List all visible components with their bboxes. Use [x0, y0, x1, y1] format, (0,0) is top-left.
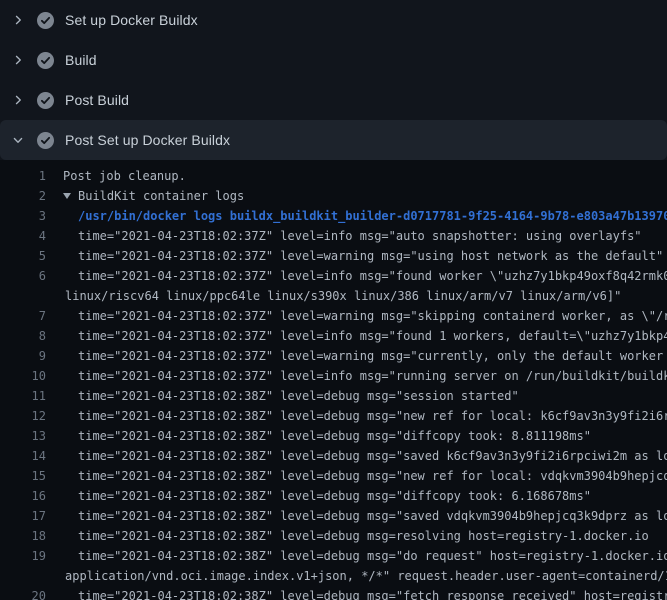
log-line-13: 13time="2021-04-23T18:02:38Z" level=debu… [0, 426, 667, 446]
log-text: Post job cleanup. [46, 166, 667, 186]
line-number[interactable]: 3 [0, 206, 46, 226]
chevron-right-icon-wrap [12, 94, 24, 106]
chevron-right-icon-wrap [12, 54, 24, 66]
log-text: time="2021-04-23T18:02:38Z" level=debug … [46, 526, 667, 546]
step-label: Post Build [65, 92, 129, 108]
line-number[interactable]: 14 [0, 446, 46, 466]
log-text: time="2021-04-23T18:02:37Z" level=warnin… [46, 346, 667, 366]
log-text: time="2021-04-23T18:02:37Z" level=warnin… [46, 306, 667, 326]
step-header-post-set-up-docker-buildx[interactable]: Post Set up Docker Buildx [0, 120, 667, 160]
line-number[interactable]: 5 [0, 246, 46, 266]
line-number [0, 566, 46, 586]
line-number[interactable]: 15 [0, 466, 46, 486]
log-text: time="2021-04-23T18:02:37Z" level=info m… [46, 226, 667, 246]
line-number[interactable]: 13 [0, 426, 46, 446]
log-line-15: 15time="2021-04-23T18:02:38Z" level=debu… [0, 466, 667, 486]
line-number[interactable]: 10 [0, 366, 46, 386]
log-line-17: 17time="2021-04-23T18:02:38Z" level=debu… [0, 506, 667, 526]
step-header-build[interactable]: Build [0, 40, 667, 80]
log-text: time="2021-04-23T18:02:37Z" level=info m… [46, 366, 667, 386]
log-text: BuildKit container logs [46, 186, 667, 206]
log-line-7: 7time="2021-04-23T18:02:37Z" level=warni… [0, 306, 667, 326]
line-number[interactable]: 6 [0, 266, 46, 286]
step-header-post-build[interactable]: Post Build [0, 80, 667, 120]
check-circle-icon [37, 132, 54, 149]
log-command-text: /usr/bin/docker logs buildx_buildkit_bui… [46, 206, 667, 226]
log-line-16: 16time="2021-04-23T18:02:38Z" level=debu… [0, 486, 667, 506]
log-line-10: 10time="2021-04-23T18:02:37Z" level=info… [0, 366, 667, 386]
log-text: time="2021-04-23T18:02:37Z" level=info m… [46, 326, 667, 346]
log-text: time="2021-04-23T18:02:37Z" level=warnin… [46, 246, 667, 266]
log-text: linux/riscv64 linux/ppc64le linux/s390x … [46, 286, 667, 306]
log-text: time="2021-04-23T18:02:37Z" level=info m… [46, 266, 667, 286]
log-text: time="2021-04-23T18:02:38Z" level=debug … [46, 546, 667, 566]
log-output: 1Post job cleanup.2 BuildKit container lo… [0, 160, 667, 600]
log-group-label[interactable]: BuildKit container logs [78, 189, 244, 203]
log-text: time="2021-04-23T18:02:38Z" level=debug … [46, 406, 667, 426]
log-text: time="2021-04-23T18:02:38Z" level=debug … [46, 426, 667, 446]
triangle-down-icon[interactable] [63, 193, 71, 199]
log-line-19: 19time="2021-04-23T18:02:38Z" level=debu… [0, 546, 667, 566]
step-status-icon [37, 12, 54, 29]
line-number[interactable]: 18 [0, 526, 46, 546]
log-line-6: 6time="2021-04-23T18:02:37Z" level=info … [0, 266, 667, 286]
check-circle-icon [37, 52, 54, 69]
line-number[interactable]: 11 [0, 386, 46, 406]
line-number [0, 286, 46, 306]
log-line-1: 1Post job cleanup. [0, 166, 667, 186]
step-status-icon [37, 132, 54, 149]
line-number[interactable]: 8 [0, 326, 46, 346]
line-number[interactable]: 12 [0, 406, 46, 426]
step-label: Set up Docker Buildx [65, 12, 198, 28]
step-status-icon [37, 92, 54, 109]
line-number[interactable]: 7 [0, 306, 46, 326]
log-line-wrap: linux/riscv64 linux/ppc64le linux/s390x … [0, 286, 667, 306]
check-circle-icon [37, 12, 54, 29]
line-number[interactable]: 2 [0, 186, 46, 206]
log-line-wrap: application/vnd.oci.image.index.v1+json,… [0, 566, 667, 586]
line-number[interactable]: 9 [0, 346, 46, 366]
line-number[interactable]: 16 [0, 486, 46, 506]
chevron-right-icon-wrap [12, 14, 24, 26]
chevron-right-icon [12, 54, 24, 66]
step-label: Post Set up Docker Buildx [65, 132, 230, 148]
log-text: time="2021-04-23T18:02:38Z" level=debug … [46, 486, 667, 506]
log-line-12: 12time="2021-04-23T18:02:38Z" level=debu… [0, 406, 667, 426]
step-status-icon [37, 52, 54, 69]
actions-log-viewer: Set up Docker Buildx Build Post Build Post … [0, 0, 667, 600]
chevron-down-icon-wrap [12, 134, 24, 146]
log-text: time="2021-04-23T18:02:38Z" level=debug … [46, 506, 667, 526]
log-text: time="2021-04-23T18:02:38Z" level=debug … [46, 466, 667, 486]
check-circle-icon [37, 92, 54, 109]
log-line-9: 9time="2021-04-23T18:02:37Z" level=warni… [0, 346, 667, 366]
log-line-5: 5time="2021-04-23T18:02:37Z" level=warni… [0, 246, 667, 266]
log-line-8: 8time="2021-04-23T18:02:37Z" level=info … [0, 326, 667, 346]
log-text: time="2021-04-23T18:02:38Z" level=debug … [46, 446, 667, 466]
steps-list: Set up Docker Buildx Build Post Build Post … [0, 0, 667, 160]
step-label: Build [65, 52, 97, 68]
log-line-3: 3/usr/bin/docker logs buildx_buildkit_bu… [0, 206, 667, 226]
line-number[interactable]: 1 [0, 166, 46, 186]
chevron-down-icon [12, 134, 24, 146]
log-line-18: 18time="2021-04-23T18:02:38Z" level=debu… [0, 526, 667, 546]
line-number[interactable]: 17 [0, 506, 46, 526]
chevron-right-icon [12, 14, 24, 26]
line-number[interactable]: 19 [0, 546, 46, 566]
line-number[interactable]: 20 [0, 586, 46, 600]
log-line-11: 11time="2021-04-23T18:02:38Z" level=debu… [0, 386, 667, 406]
step-header-set-up-docker-buildx[interactable]: Set up Docker Buildx [0, 0, 667, 40]
chevron-right-icon [12, 94, 24, 106]
line-number[interactable]: 4 [0, 226, 46, 246]
log-text: time="2021-04-23T18:02:38Z" level=debug … [46, 386, 667, 406]
log-line-4: 4time="2021-04-23T18:02:37Z" level=info … [0, 226, 667, 246]
log-text: application/vnd.oci.image.index.v1+json,… [46, 566, 667, 586]
log-line-20: 20time="2021-04-23T18:02:38Z" level=debu… [0, 586, 667, 600]
log-line-14: 14time="2021-04-23T18:02:38Z" level=debu… [0, 446, 667, 466]
log-text: time="2021-04-23T18:02:38Z" level=debug … [46, 586, 667, 600]
log-line-2: 2 BuildKit container logs [0, 186, 667, 206]
